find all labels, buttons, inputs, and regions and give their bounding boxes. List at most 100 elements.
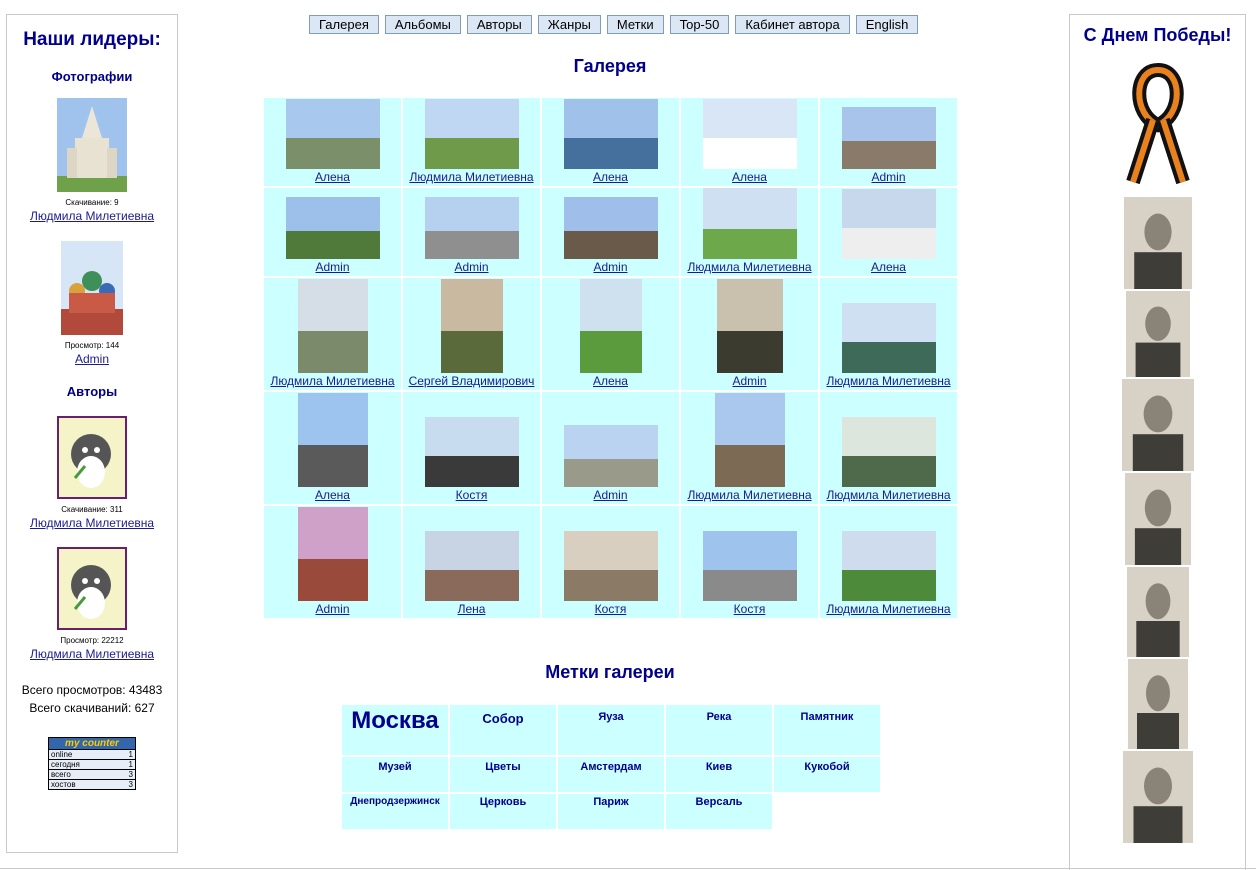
- veteran-portrait[interactable]: [1127, 659, 1188, 749]
- counter-value: 3: [128, 770, 133, 779]
- nav-author-cabinet[interactable]: Кабинет автора: [735, 15, 850, 34]
- tag-link[interactable]: Кукобой: [774, 757, 880, 792]
- author-1-avatar[interactable]: [57, 416, 127, 499]
- gallery-author-link[interactable]: Сергей Владимирович: [409, 374, 535, 388]
- leader-photo-1-author[interactable]: Людмила Милетиевна: [7, 209, 177, 223]
- leader-photo-2[interactable]: [61, 241, 123, 335]
- gallery-author-link[interactable]: Алена: [593, 170, 628, 184]
- tag-link[interactable]: Днепродзержинск: [342, 794, 448, 829]
- nav-gallery[interactable]: Галерея: [309, 15, 379, 34]
- tag-link[interactable]: Киев: [666, 757, 772, 792]
- veteran-portrait[interactable]: [1122, 751, 1193, 843]
- gallery-author-link[interactable]: Людмила Милетиевна: [409, 170, 533, 184]
- nav-english[interactable]: English: [855, 15, 919, 34]
- gallery-photo[interactable]: [297, 393, 368, 487]
- tag-link[interactable]: Музей: [342, 757, 448, 792]
- gallery-photo[interactable]: [841, 107, 936, 169]
- gallery-photo[interactable]: [579, 279, 642, 373]
- leader-photo-1[interactable]: [57, 98, 127, 192]
- gallery-author-link[interactable]: Алена: [593, 374, 628, 388]
- gallery-author-link[interactable]: Алена: [315, 488, 350, 502]
- gallery-photo[interactable]: [841, 303, 936, 373]
- gallery-photo[interactable]: [424, 99, 519, 169]
- gallery-photo[interactable]: [702, 99, 797, 169]
- nav-genres[interactable]: Жанры: [537, 15, 601, 34]
- veteran-portrait[interactable]: [1123, 197, 1192, 289]
- gallery-author-link[interactable]: Костя: [734, 602, 766, 616]
- tag-link[interactable]: Париж: [558, 794, 664, 829]
- veteran-portrait[interactable]: [1125, 291, 1190, 377]
- gallery-author-link[interactable]: Людмила Милетиевна: [687, 488, 811, 502]
- gallery-photo[interactable]: [841, 189, 936, 259]
- tag-link[interactable]: Река: [666, 705, 772, 755]
- gallery-author-link[interactable]: Лена: [458, 602, 486, 616]
- tag-link[interactable]: Амстердам: [558, 757, 664, 792]
- nav-top50[interactable]: Top-50: [669, 15, 730, 34]
- gallery-author-link[interactable]: Людмила Милетиевна: [826, 602, 950, 616]
- gallery-cell: Admin: [820, 98, 957, 186]
- tag-link[interactable]: Москва: [342, 705, 448, 755]
- gallery-author-link[interactable]: Костя: [456, 488, 488, 502]
- tag-link[interactable]: Памятник: [774, 705, 880, 755]
- gallery-photo[interactable]: [563, 99, 658, 169]
- tag-link[interactable]: Версаль: [666, 794, 772, 829]
- gallery-cell: Сергей Владимирович: [403, 278, 540, 390]
- author-1-name[interactable]: Людмила Милетиевна: [7, 516, 177, 530]
- gallery-author-link[interactable]: Admin: [454, 260, 488, 274]
- nav-authors[interactable]: Авторы: [466, 15, 532, 34]
- gallery-author-link[interactable]: Алена: [315, 170, 350, 184]
- gallery-photo[interactable]: [702, 531, 797, 601]
- gallery-author-link[interactable]: Алена: [871, 260, 906, 274]
- tag-empty-cell: [774, 794, 880, 829]
- author-2-avatar[interactable]: [57, 547, 127, 630]
- tag-link[interactable]: Собор: [450, 705, 556, 755]
- tag-link[interactable]: Церковь: [450, 794, 556, 829]
- gallery-photo[interactable]: [841, 417, 936, 487]
- counter-header: my counter: [49, 738, 135, 749]
- gallery-author-link[interactable]: Admin: [871, 170, 905, 184]
- gallery-author-link[interactable]: Костя: [595, 602, 627, 616]
- gallery-author-link[interactable]: Admin: [732, 374, 766, 388]
- gallery-author-link[interactable]: Admin: [593, 488, 627, 502]
- gallery-photo[interactable]: [424, 197, 519, 259]
- gallery-author-link[interactable]: Людмила Милетиевна: [270, 374, 394, 388]
- tag-link[interactable]: Цветы: [450, 757, 556, 792]
- gallery-photo[interactable]: [285, 99, 380, 169]
- gallery-photo[interactable]: [424, 531, 519, 601]
- gallery-photo[interactable]: [563, 425, 658, 487]
- gallery-photo[interactable]: [297, 507, 368, 601]
- author-2-name[interactable]: Людмила Милетиевна: [7, 647, 177, 661]
- gallery-photo[interactable]: [563, 531, 658, 601]
- gallery-cell: Admin: [403, 188, 540, 276]
- nav-tags[interactable]: Метки: [606, 15, 664, 34]
- veteran-portrait[interactable]: [1126, 567, 1189, 657]
- leader-photo-2-author[interactable]: Admin: [7, 352, 177, 366]
- nav-albums[interactable]: Альбомы: [384, 15, 461, 34]
- gallery-photo[interactable]: [716, 279, 783, 373]
- visit-counter[interactable]: my counter online 1 сегодня 1 всего 3 хосто…: [48, 737, 136, 790]
- gallery-photo[interactable]: [285, 197, 380, 259]
- veteran-portrait[interactable]: [1121, 379, 1194, 471]
- gallery-photo[interactable]: [440, 279, 503, 373]
- counter-value: 1: [128, 760, 133, 769]
- gallery-photo[interactable]: [714, 393, 785, 487]
- gallery-photo[interactable]: [841, 531, 936, 601]
- gallery-grid: Алена Людмила Милетиевна Алена Алена Admin Ad…: [264, 98, 958, 618]
- gallery-photo[interactable]: [297, 279, 368, 373]
- counter-value: 1: [128, 750, 133, 759]
- gallery-author-link[interactable]: Людмила Милетиевна: [687, 260, 811, 274]
- gallery-photo[interactable]: [424, 417, 519, 487]
- gallery-author-link[interactable]: Admin: [593, 260, 627, 274]
- gallery-author-link[interactable]: Алена: [732, 170, 767, 184]
- gallery-photo[interactable]: [702, 188, 797, 259]
- tag-link[interactable]: Яуза: [558, 705, 664, 755]
- gallery-author-link[interactable]: Людмила Милетиевна: [826, 488, 950, 502]
- gallery-photo[interactable]: [563, 197, 658, 259]
- gallery-cell: Людмила Милетиевна: [264, 278, 401, 390]
- total-downloads: Всего скачиваний: 627: [29, 701, 155, 715]
- gallery-author-link[interactable]: Admin: [315, 602, 349, 616]
- veteran-portraits: [1070, 197, 1245, 843]
- gallery-author-link[interactable]: Admin: [315, 260, 349, 274]
- gallery-author-link[interactable]: Людмила Милетиевна: [826, 374, 950, 388]
- veteran-portrait[interactable]: [1124, 473, 1191, 565]
